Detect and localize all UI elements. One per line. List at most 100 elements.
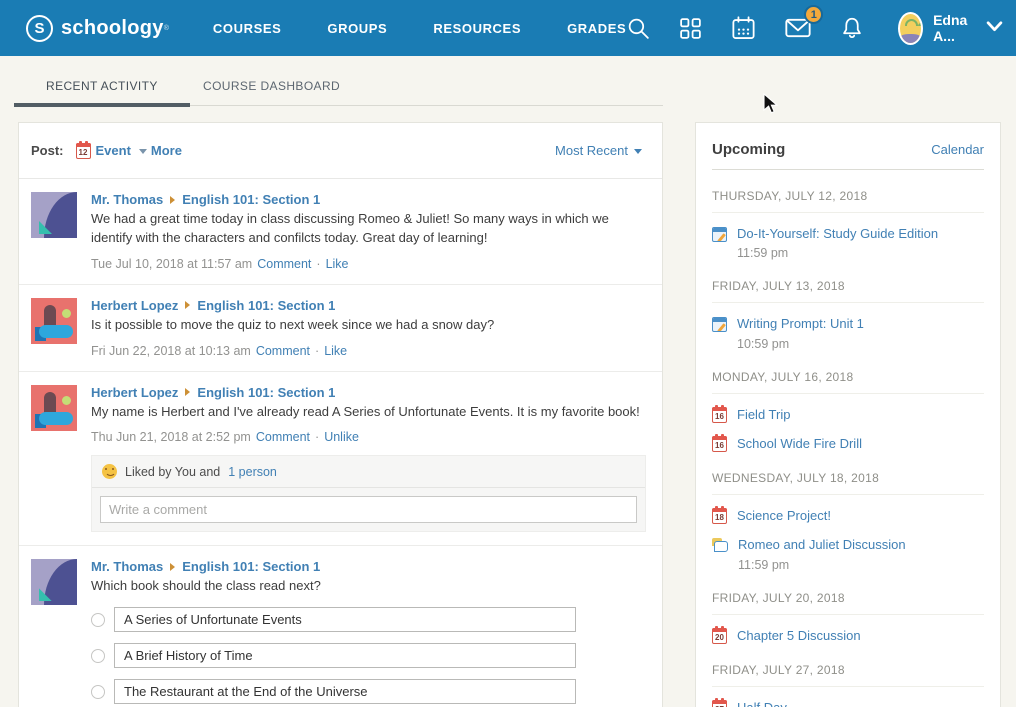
- poll-option-label[interactable]: A Series of Unfortunate Events: [114, 607, 576, 632]
- event-link[interactable]: Science Project!: [737, 508, 831, 524]
- event-link[interactable]: Half Day: [737, 700, 787, 707]
- user-name: Edna A...: [933, 12, 975, 44]
- tab-recent-activity[interactable]: RECENT ACTIVITY: [46, 79, 158, 93]
- date-header: MONDAY, JULY 16, 2018: [712, 370, 984, 394]
- poll-radio[interactable]: [91, 685, 105, 699]
- post-more-button[interactable]: More: [151, 143, 182, 158]
- assignment-icon: [712, 317, 727, 332]
- post-body: My name is Herbert and I've already read…: [91, 403, 646, 422]
- mouse-cursor: [763, 93, 779, 115]
- nav-item-grades[interactable]: GRADES: [567, 21, 626, 36]
- calendar-day-icon: 16: [712, 436, 727, 452]
- poll-option-label[interactable]: A Brief History of Time: [114, 643, 576, 668]
- apps-grid-icon[interactable]: [678, 16, 703, 41]
- messages-badge: 1: [804, 5, 823, 24]
- post-label: Post:: [31, 143, 64, 158]
- page-tabs: RECENT ACTIVITY COURSE DASHBOARD: [18, 56, 663, 106]
- poll-question: Which book should the class read next?: [91, 577, 646, 596]
- poll-option-label[interactable]: The Restaurant at the End of the Univers…: [114, 679, 576, 704]
- poll-option: A Series of Unfortunate Events: [91, 607, 646, 632]
- event-link[interactable]: Field Trip: [737, 407, 790, 423]
- calendar-link[interactable]: Calendar: [931, 142, 984, 157]
- comment-link[interactable]: Comment: [257, 257, 311, 271]
- post-header: Herbert Lopez English 101: Section 1: [91, 298, 646, 313]
- post-event-button[interactable]: 12 Event: [76, 143, 131, 159]
- like-link[interactable]: Like: [324, 344, 347, 358]
- user-menu[interactable]: Edna A...: [898, 12, 1002, 45]
- schoology-logo[interactable]: S schoology ®: [26, 15, 169, 42]
- liked-by-person-link[interactable]: 1 person: [228, 465, 277, 479]
- feed-item: Mr. Thomas English 101: Section 1 We had…: [19, 179, 662, 285]
- event-time: 10:59 pm: [737, 337, 864, 351]
- sort-caret-icon: [634, 149, 642, 154]
- activity-feed-card: Post: 12 Event More Most Recent Mr. Thom…: [18, 122, 663, 707]
- poll-radio[interactable]: [91, 649, 105, 663]
- course-link[interactable]: English 101: Section 1: [197, 385, 335, 400]
- main-nav: COURSES GROUPS RESOURCES GRADES: [213, 21, 626, 36]
- event-time: 11:59 pm: [738, 558, 906, 572]
- author-link[interactable]: Herbert Lopez: [91, 385, 178, 400]
- feed-item: Herbert Lopez English 101: Section 1 Is …: [19, 285, 662, 372]
- nav-item-courses[interactable]: COURSES: [213, 21, 282, 36]
- breadcrumb-arrow-icon: [185, 301, 190, 309]
- post-timestamp: Fri Jun 22, 2018 at 10:13 am: [91, 344, 251, 358]
- event-link[interactable]: Romeo and Juliet Discussion: [738, 537, 906, 553]
- poll-radio[interactable]: [91, 613, 105, 627]
- discussion-icon: [712, 538, 728, 553]
- assignment-icon: [712, 227, 727, 242]
- like-link[interactable]: Like: [326, 257, 349, 271]
- date-header: FRIDAY, JULY 27, 2018: [712, 663, 984, 687]
- date-header: FRIDAY, JULY 20, 2018: [712, 591, 984, 615]
- comment-link[interactable]: Comment: [256, 430, 310, 444]
- notifications-bell-icon[interactable]: [839, 15, 865, 41]
- messages-icon[interactable]: 1: [784, 14, 812, 42]
- event-dropdown-caret-icon[interactable]: [139, 149, 147, 154]
- schoology-s-icon: S: [26, 15, 53, 42]
- nav-item-groups[interactable]: GROUPS: [327, 21, 387, 36]
- post-header: Herbert Lopez English 101: Section 1: [91, 385, 646, 400]
- chevron-down-icon[interactable]: [986, 19, 1003, 38]
- post-timestamp: Tue Jul 10, 2018 at 11:57 am: [91, 257, 252, 271]
- calendar-day-icon: 20: [712, 628, 727, 644]
- event-link[interactable]: Do-It-Yourself: Study Guide Edition: [737, 226, 938, 242]
- liked-by-text: Liked by You and: [125, 465, 220, 479]
- event-link[interactable]: Writing Prompt: Unit 1: [737, 316, 864, 332]
- post-body: Is it possible to move the quiz to next …: [91, 316, 646, 335]
- upcoming-event: 18 Science Project!: [712, 508, 984, 524]
- event-calendar-icon: 12: [76, 143, 91, 159]
- event-link[interactable]: Chapter 5 Discussion: [737, 628, 861, 644]
- trademark: ®: [164, 25, 169, 32]
- author-link[interactable]: Mr. Thomas: [91, 559, 163, 574]
- course-link[interactable]: English 101: Section 1: [197, 298, 335, 313]
- active-tab-underline: [14, 103, 190, 107]
- brand-name: schoology: [61, 17, 164, 40]
- user-avatar[interactable]: [898, 12, 923, 45]
- upcoming-title: Upcoming: [712, 141, 785, 158]
- upcoming-event: 20 Chapter 5 Discussion: [712, 628, 984, 644]
- tab-course-dashboard[interactable]: COURSE DASHBOARD: [203, 79, 340, 93]
- author-link[interactable]: Mr. Thomas: [91, 192, 163, 207]
- avatar-mr-thomas[interactable]: [31, 192, 77, 238]
- comment-input[interactable]: [100, 496, 637, 523]
- breadcrumb-arrow-icon: [185, 388, 190, 396]
- sort-dropdown[interactable]: Most Recent: [555, 143, 646, 158]
- course-link[interactable]: English 101: Section 1: [182, 192, 320, 207]
- feed-item-poll: Mr. Thomas English 101: Section 1 Which …: [19, 546, 662, 707]
- search-icon[interactable]: [626, 16, 651, 41]
- calendar-icon[interactable]: [730, 15, 757, 42]
- avatar-herbert-lopez[interactable]: [31, 385, 77, 431]
- upcoming-event: Writing Prompt: Unit 1 10:59 pm: [712, 316, 984, 350]
- avatar-mr-thomas[interactable]: [31, 559, 77, 605]
- nav-item-resources[interactable]: RESOURCES: [433, 21, 521, 36]
- event-link[interactable]: School Wide Fire Drill: [737, 436, 862, 452]
- unlike-link[interactable]: Unlike: [324, 430, 359, 444]
- post-header: Mr. Thomas English 101: Section 1: [91, 192, 646, 207]
- feed-item: Herbert Lopez English 101: Section 1 My …: [19, 372, 662, 547]
- avatar-herbert-lopez[interactable]: [31, 298, 77, 344]
- course-link[interactable]: English 101: Section 1: [182, 559, 320, 574]
- smiley-like-icon: [102, 464, 117, 479]
- author-link[interactable]: Herbert Lopez: [91, 298, 178, 313]
- comment-link[interactable]: Comment: [256, 344, 310, 358]
- post-header: Mr. Thomas English 101: Section 1: [91, 559, 646, 574]
- upcoming-event: Romeo and Juliet Discussion 11:59 pm: [712, 537, 984, 571]
